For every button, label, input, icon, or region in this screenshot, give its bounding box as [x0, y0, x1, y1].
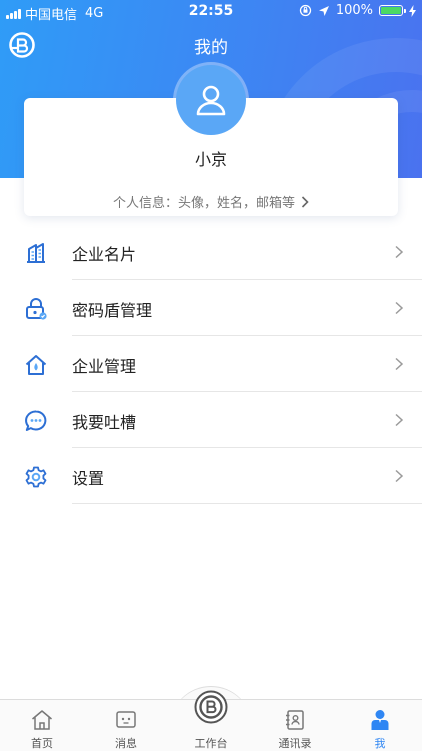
battery-icon — [379, 5, 406, 16]
menu-item-label: 密码盾管理 — [72, 301, 153, 320]
person-icon — [371, 710, 389, 730]
lock-shield-icon — [26, 298, 47, 320]
gear-icon — [25, 466, 47, 488]
tab-bar: 首页 消息 工作台 通讯录 我 — [0, 690, 422, 751]
tab-messages[interactable]: 消息 — [84, 700, 168, 751]
status-bar: 中国电信 4G 22:55 100% — [0, 0, 422, 23]
battery-percent: 100% — [335, 3, 373, 18]
username: 小京 — [194, 150, 227, 169]
tab-label: 我 — [374, 737, 386, 750]
building-icon — [27, 243, 45, 263]
menu-item-business-card[interactable]: 企业名片 — [0, 224, 422, 280]
person-outline-icon — [196, 85, 226, 116]
contacts-icon — [286, 710, 304, 730]
tab-me[interactable]: 我 — [338, 700, 422, 751]
tab-label: 消息 — [115, 737, 137, 750]
tab-label: 首页 — [31, 737, 53, 750]
menu-item-enterprise-management[interactable]: 企业管理 — [0, 336, 422, 392]
chat-bubble-icon — [25, 410, 47, 431]
chevron-right-icon — [395, 357, 404, 371]
tab-label: 通讯录 — [278, 737, 312, 750]
menu-item-feedback[interactable]: 我要吐槽 — [0, 392, 422, 448]
rotation-lock-icon — [299, 4, 311, 17]
brand-b-logo-icon — [194, 690, 228, 724]
chevron-right-icon — [395, 245, 404, 259]
message-icon — [116, 711, 136, 728]
chevron-right-icon — [395, 301, 404, 315]
settings-menu: 企业名片 密码盾管理 企业管理 我要吐槽 设置 — [0, 224, 422, 504]
profile-info-link[interactable]: 个人信息：头像，姓名，邮箱等 — [0, 192, 422, 211]
menu-item-label: 企业管理 — [72, 357, 137, 376]
tab-contacts[interactable]: 通讯录 — [253, 700, 337, 751]
menu-item-label: 我要吐槽 — [72, 413, 137, 432]
tab-workbench[interactable]: 工作台 — [169, 690, 253, 751]
divider — [72, 503, 422, 504]
avatar[interactable] — [176, 65, 246, 135]
house-settings-icon — [25, 355, 47, 375]
menu-item-label: 企业名片 — [72, 245, 137, 264]
menu-item-label: 设置 — [72, 469, 105, 488]
menu-item-password-shield[interactable]: 密码盾管理 — [0, 280, 422, 336]
charging-bolt-icon — [409, 4, 416, 17]
profile-info-text: 个人信息：头像，姓名，邮箱等 — [112, 196, 295, 211]
tab-label: 工作台 — [194, 737, 228, 750]
home-icon — [32, 710, 52, 730]
chevron-right-icon — [301, 195, 309, 208]
tab-home[interactable]: 首页 — [0, 700, 84, 751]
menu-item-settings[interactable]: 设置 — [0, 448, 422, 504]
page-title: 我的 — [194, 38, 228, 58]
chevron-right-icon — [395, 469, 404, 483]
chevron-right-icon — [395, 413, 404, 427]
location-arrow-icon — [318, 5, 329, 16]
